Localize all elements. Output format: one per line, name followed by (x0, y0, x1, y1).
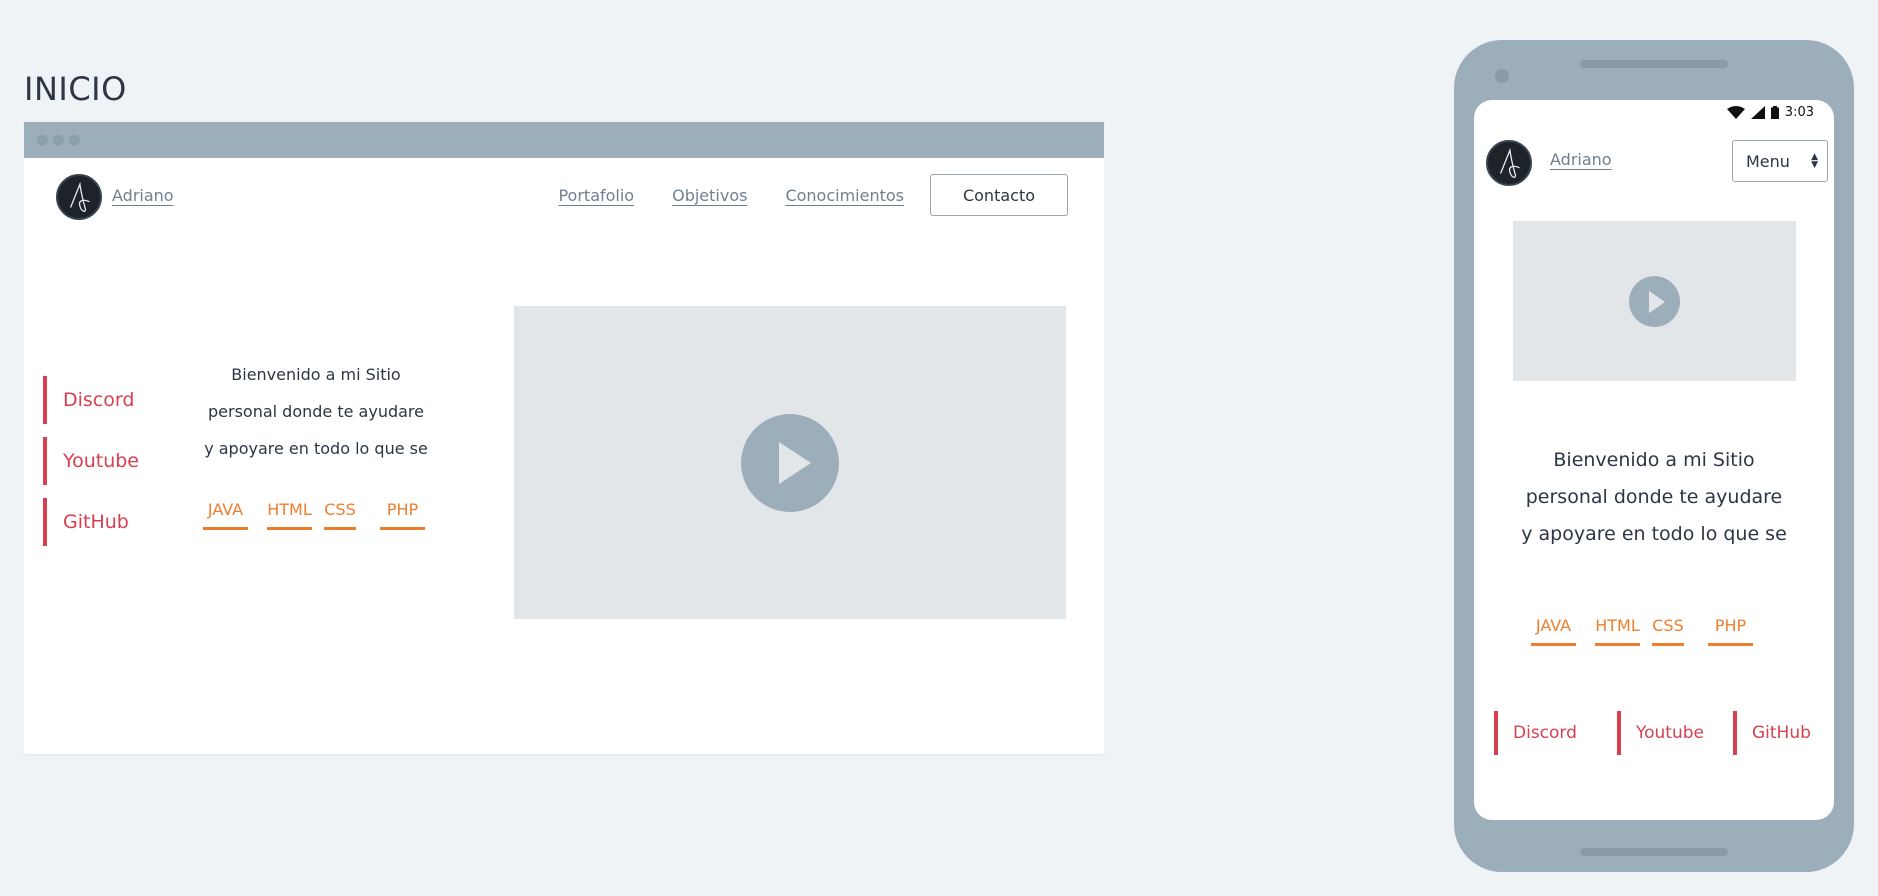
skill-tag-php[interactable]: PHP (1708, 616, 1753, 646)
phone-speaker (1580, 60, 1728, 68)
intro-line: y apoyare en todo lo que se (1521, 523, 1787, 545)
skill-tag-php[interactable]: PHP (380, 500, 425, 530)
menu-select-label: Menu (1746, 151, 1790, 171)
window-dot-minimize[interactable] (53, 135, 64, 146)
nav-link-conocimientos[interactable]: Conocimientos (785, 186, 904, 205)
social-links: Discord Youtube GitHub (43, 376, 139, 559)
skill-tag-css[interactable]: CSS (1652, 616, 1684, 646)
status-time: 3:03 (1784, 105, 1814, 120)
social-link-youtube[interactable]: Youtube (43, 437, 139, 485)
skill-tag-html[interactable]: HTML (267, 500, 312, 530)
signal-icon (1750, 106, 1765, 119)
select-caret-icon: ▲ ▼ (1811, 152, 1818, 170)
social-link-discord[interactable]: Discord (1494, 711, 1617, 755)
intro-line: Bienvenido a mi Sitio (231, 365, 401, 384)
intro-text: Bienvenido a mi Sitio personal donde te … (196, 356, 436, 467)
browser-toolbar (24, 122, 1104, 158)
video-placeholder[interactable] (1513, 221, 1796, 381)
social-link-github[interactable]: GitHub (43, 498, 139, 546)
play-icon[interactable] (1629, 275, 1680, 327)
desktop-browser-mockup: Adriano Portafolio Objetivos Conocimient… (24, 122, 1104, 754)
skill-tag-java[interactable]: JAVA (1531, 616, 1576, 646)
page-title: INICIO (24, 70, 127, 108)
avatar-logo[interactable] (56, 174, 102, 220)
phone-camera (1495, 69, 1509, 83)
social-links: Discord Youtube GitHub (1494, 711, 1811, 755)
skill-tag-html[interactable]: HTML (1595, 616, 1640, 646)
battery-icon (1770, 106, 1779, 119)
window-controls (37, 135, 80, 146)
skill-tag-css[interactable]: CSS (324, 500, 356, 530)
window-dot-maximize[interactable] (69, 135, 80, 146)
contact-button[interactable]: Contacto (930, 174, 1068, 216)
wifi-icon (1726, 106, 1745, 119)
avatar-logo[interactable] (1486, 140, 1532, 186)
menu-select[interactable]: Menu ▲ ▼ (1732, 140, 1828, 182)
main-nav: Portafolio Objetivos Conocimientos Conta… (520, 174, 1068, 216)
social-link-youtube[interactable]: Youtube (1617, 711, 1733, 755)
window-dot-close[interactable] (37, 135, 48, 146)
social-link-github[interactable]: GitHub (1733, 711, 1811, 755)
site-header: Adriano Portafolio Objetivos Conocimient… (56, 174, 1068, 220)
nav-link-objetivos[interactable]: Objetivos (672, 186, 747, 205)
skill-tags: JAVA HTML CSS PHP (203, 500, 444, 530)
intro-line: personal donde te ayudare (1525, 486, 1783, 508)
status-bar: 3:03 (1726, 105, 1814, 120)
skill-tag-java[interactable]: JAVA (203, 500, 248, 530)
brand-link[interactable]: Adriano (112, 186, 174, 205)
phone-screen: 3:03 Adriano Menu ▲ ▼ Bienvenido a mi Sit… (1474, 100, 1834, 820)
phone-mockup: 3:03 Adriano Menu ▲ ▼ Bienvenido a mi Sit… (1454, 40, 1854, 872)
play-icon[interactable] (741, 413, 839, 512)
intro-line: personal donde te ayudare (208, 402, 424, 421)
intro-line: y apoyare en todo lo que se (204, 439, 428, 458)
video-placeholder[interactable] (514, 306, 1066, 619)
nav-link-portafolio[interactable]: Portafolio (558, 186, 634, 205)
intro-text: Bienvenido a mi Sitio personal donde te … (1504, 442, 1804, 553)
brand-link[interactable]: Adriano (1550, 150, 1612, 169)
intro-line: Bienvenido a mi Sitio (1553, 449, 1755, 471)
phone-home-indicator (1580, 848, 1728, 856)
skill-tags: JAVA HTML CSS PHP (1531, 616, 1772, 646)
social-link-discord[interactable]: Discord (43, 376, 139, 424)
